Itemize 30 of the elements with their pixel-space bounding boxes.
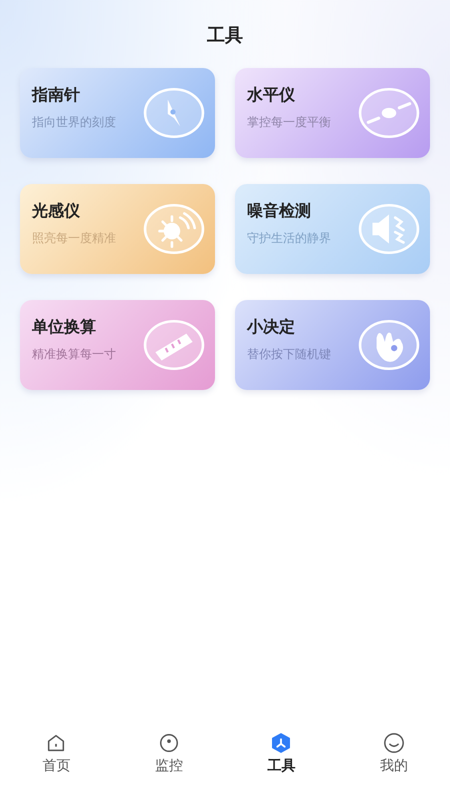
tool-name: 单位换算 xyxy=(32,317,97,338)
tool-card[interactable]: 小决定 替你按下随机键 xyxy=(235,300,430,390)
tool-card[interactable]: 单位换算 精准换算每一寸 xyxy=(20,300,215,390)
tool-card[interactable]: 指南针 指向世界的刻度 xyxy=(20,68,215,158)
tool-description: 掌控每一度平衡 xyxy=(247,114,331,131)
tool-name: 指南针 xyxy=(32,85,81,106)
tool-name: 噪音检测 xyxy=(247,201,312,222)
tool-name: 水平仪 xyxy=(247,85,296,106)
sun-icon xyxy=(143,203,205,255)
tab-item[interactable]: 首页 xyxy=(0,732,112,792)
tool-card[interactable]: 噪音检测 守护生活的静界 xyxy=(235,184,430,274)
smile-icon xyxy=(382,732,405,754)
eye-icon xyxy=(158,732,180,754)
tool-description: 守护生活的静界 xyxy=(247,230,331,247)
tool-description: 指向世界的刻度 xyxy=(32,114,116,131)
tab-item[interactable]: 工具 xyxy=(225,732,338,792)
hand-icon xyxy=(358,319,420,371)
page-title: 工具 xyxy=(207,24,243,48)
tools-icon xyxy=(270,732,292,754)
tool-description: 精准换算每一寸 xyxy=(32,346,116,363)
tool-name: 小决定 xyxy=(247,317,296,338)
speaker-icon xyxy=(358,203,420,255)
tool-card[interactable]: 水平仪 掌控每一度平衡 xyxy=(235,68,430,158)
tool-name: 光感仪 xyxy=(32,201,81,222)
tab-item[interactable]: 我的 xyxy=(338,732,450,792)
tool-description: 替你按下随机键 xyxy=(247,346,331,363)
level-icon xyxy=(358,87,420,139)
compass-icon xyxy=(143,87,205,139)
tab-item[interactable]: 监控 xyxy=(112,732,225,792)
ruler-icon xyxy=(143,319,205,371)
